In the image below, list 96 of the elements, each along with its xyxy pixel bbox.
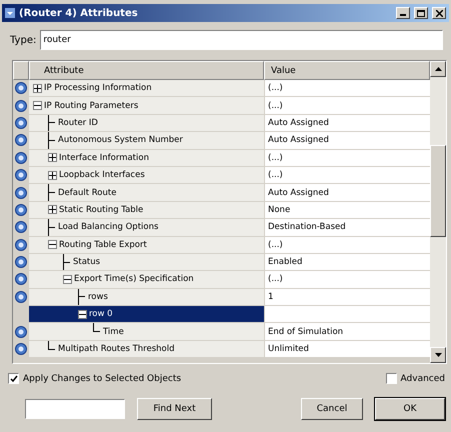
help-icon[interactable] bbox=[15, 238, 27, 251]
help-icon[interactable] bbox=[15, 204, 27, 216]
expand-toggle[interactable] bbox=[48, 153, 57, 162]
help-icon[interactable] bbox=[15, 290, 27, 303]
cancel-button[interactable]: Cancel bbox=[301, 398, 363, 420]
attribute-cell[interactable]: Multipath Routes Threshold bbox=[29, 340, 264, 358]
attribute-cell[interactable]: Autonomous System Number bbox=[29, 132, 264, 149]
value-cell[interactable]: Auto Assigned bbox=[264, 114, 430, 132]
attribute-cell[interactable]: Interface Information bbox=[29, 150, 264, 166]
type-label: Type: bbox=[10, 34, 36, 46]
attribute-name: Router ID bbox=[58, 118, 98, 128]
attribute-cell[interactable]: Router ID bbox=[29, 114, 264, 132]
value-cell[interactable]: Enabled bbox=[264, 254, 430, 270]
attribute-name: rows bbox=[88, 292, 108, 302]
attribute-cell[interactable]: IP Processing Information bbox=[29, 80, 264, 96]
attribute-cell[interactable]: row 0 bbox=[29, 306, 264, 322]
collapse-toggle[interactable] bbox=[48, 240, 57, 250]
help-icon[interactable] bbox=[15, 326, 27, 338]
attribute-name: Multipath Routes Threshold bbox=[58, 344, 174, 354]
value-cell[interactable]: 1 bbox=[264, 288, 430, 306]
attribute-name: Status bbox=[73, 257, 100, 268]
down-arrow-icon bbox=[434, 353, 442, 357]
attribute-name: IP Processing Information bbox=[44, 83, 152, 94]
collapse-toggle[interactable] bbox=[33, 101, 42, 110]
value-cell[interactable]: Auto Assigned bbox=[264, 132, 430, 149]
column-header[interactable]: Value bbox=[264, 61, 430, 80]
plus-icon bbox=[49, 206, 56, 214]
maximize-button[interactable] bbox=[414, 7, 428, 19]
help-icon[interactable] bbox=[15, 169, 27, 182]
value-cell[interactable]: End of Simulation bbox=[264, 323, 430, 340]
help-icon[interactable] bbox=[15, 100, 27, 112]
attribute-cell[interactable]: Loopback Interfaces bbox=[29, 166, 264, 184]
value-cell[interactable]: (...) bbox=[264, 97, 430, 114]
help-icon[interactable] bbox=[15, 116, 27, 129]
help-icon[interactable] bbox=[15, 273, 27, 286]
attribute-cell[interactable]: rows bbox=[29, 288, 264, 306]
value-cell[interactable] bbox=[264, 306, 430, 322]
help-icon[interactable] bbox=[15, 152, 27, 164]
value-cell[interactable]: (...) bbox=[264, 166, 430, 184]
attribute-cell[interactable]: Static Routing Table bbox=[29, 202, 264, 218]
column-header[interactable]: Attribute bbox=[29, 61, 264, 80]
value-cell[interactable]: (...) bbox=[264, 271, 430, 288]
value-cell[interactable]: Auto Assigned bbox=[264, 184, 430, 201]
value-cell[interactable]: (...) bbox=[264, 80, 430, 96]
help-icon[interactable] bbox=[15, 82, 27, 94]
value-cell[interactable]: None bbox=[264, 202, 430, 218]
attribute-name: Loopback Interfaces bbox=[59, 170, 145, 180]
maximize-icon bbox=[417, 10, 425, 16]
collapse-toggle[interactable] bbox=[78, 310, 87, 319]
value-cell[interactable]: (...) bbox=[264, 236, 430, 253]
attribute-cell[interactable]: Load Balancing Options bbox=[29, 219, 264, 236]
window-icon bbox=[5, 8, 15, 18]
apply-changes-checkbox[interactable]: Apply Changes to Selected Objects bbox=[8, 373, 182, 384]
window-title: (Router 4) Attributes bbox=[19, 8, 139, 18]
find-next-button[interactable]: Find Next bbox=[137, 398, 212, 420]
type-field[interactable]: router bbox=[40, 30, 443, 50]
expand-toggle[interactable] bbox=[48, 170, 57, 180]
attribute-name: IP Routing Parameters bbox=[44, 100, 138, 111]
plus-icon bbox=[49, 172, 56, 179]
advanced-checkbox[interactable]: Advanced bbox=[386, 373, 445, 384]
attribute-name: Interface Information bbox=[59, 152, 149, 163]
attribute-name: Export Time(s) Specification bbox=[74, 274, 194, 284]
value-cell[interactable]: Unlimited bbox=[264, 340, 430, 358]
help-icon[interactable] bbox=[15, 134, 27, 146]
attribute-cell[interactable]: Export Time(s) Specification bbox=[29, 271, 264, 288]
value-cell[interactable]: (...) bbox=[264, 150, 430, 166]
help-icon[interactable] bbox=[15, 256, 27, 268]
find-field[interactable] bbox=[25, 399, 125, 419]
scrollbar[interactable] bbox=[430, 61, 446, 363]
expand-toggle[interactable] bbox=[48, 205, 57, 214]
collapse-toggle[interactable] bbox=[63, 274, 72, 284]
close-icon bbox=[436, 10, 442, 16]
plus-icon bbox=[34, 84, 41, 92]
minimize-button[interactable] bbox=[396, 7, 410, 19]
attribute-name: Autonomous System Number bbox=[58, 135, 183, 146]
attribute-cell[interactable]: Default Route bbox=[29, 184, 264, 201]
plus-icon bbox=[49, 154, 56, 162]
attribute-cell[interactable]: Routing Table Export bbox=[29, 236, 264, 253]
close-button[interactable] bbox=[432, 7, 446, 19]
checkmark-icon bbox=[10, 374, 18, 382]
attribute-name: Default Route bbox=[58, 188, 116, 198]
ok-button[interactable]: OK bbox=[375, 398, 445, 420]
attribute-cell[interactable]: Status bbox=[29, 254, 264, 270]
attribute-cell[interactable]: Time bbox=[29, 323, 264, 340]
help-icon[interactable] bbox=[15, 186, 27, 199]
attribute-name: Static Routing Table bbox=[59, 204, 144, 215]
help-icon[interactable] bbox=[15, 343, 27, 356]
expand-toggle[interactable] bbox=[33, 84, 42, 93]
attribute-name: Routing Table Export bbox=[59, 240, 147, 250]
attribute-name: row 0 bbox=[89, 309, 113, 320]
attribute-cell[interactable]: IP Routing Parameters bbox=[29, 97, 264, 114]
help-icon[interactable] bbox=[15, 221, 27, 234]
attribute-name: Time bbox=[103, 326, 124, 337]
attribute-name: Load Balancing Options bbox=[58, 222, 158, 232]
up-arrow-icon bbox=[434, 67, 442, 71]
value-cell[interactable]: Destination-Based bbox=[264, 219, 430, 236]
